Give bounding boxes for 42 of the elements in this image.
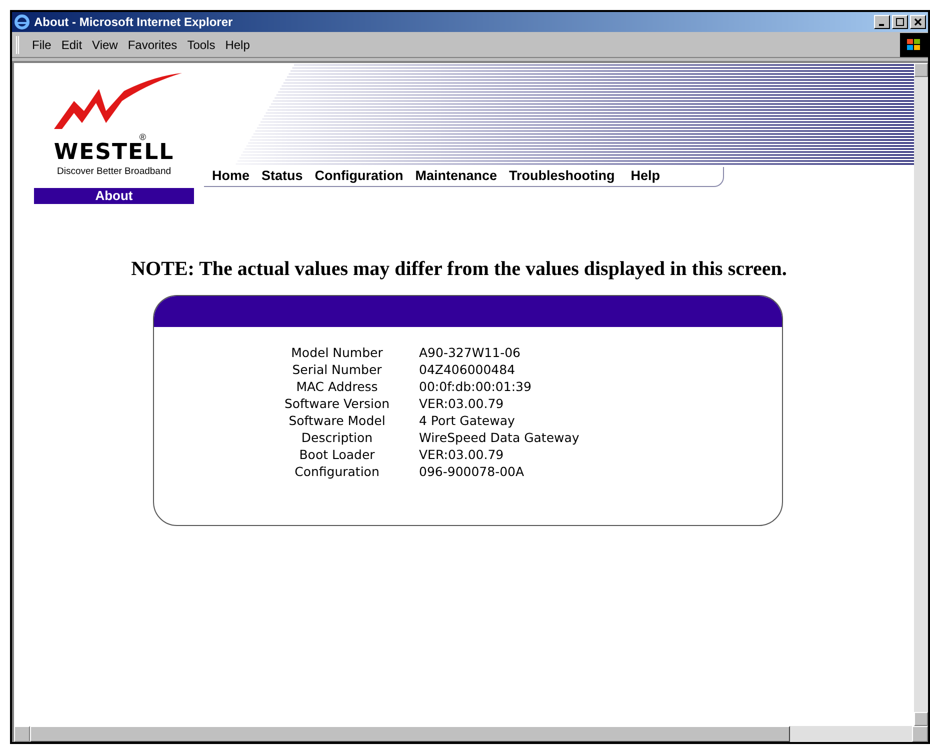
- nav-link[interactable]: Help: [630, 166, 660, 187]
- detail-label: Software Version: [283, 394, 391, 412]
- detail-label: Software Model: [288, 412, 386, 429]
- close-button[interactable]: [910, 15, 926, 29]
- nav-link[interactable]: Troubleshooting: [509, 166, 615, 187]
- detail-value: 096-900078-00A: [419, 462, 524, 480]
- menu-item[interactable]: Favorites: [122, 36, 182, 54]
- menu-item[interactable]: File: [27, 36, 56, 54]
- nav-link[interactable]: Maintenance: [415, 166, 498, 187]
- nav-link[interactable]: Status: [262, 166, 303, 187]
- logo-wordmark: WESTELL: [54, 142, 174, 164]
- detail-label: Serial Number: [291, 360, 383, 378]
- menu-item[interactable]: Tools: [182, 36, 220, 54]
- window-title: About - Microsoft Internet Explorer: [34, 14, 233, 31]
- detail-label: MAC Address: [295, 378, 379, 395]
- detail-label: Boot Loader: [298, 446, 376, 463]
- browser-icon: [14, 14, 30, 30]
- vertical-scrollbar[interactable]: [914, 63, 928, 726]
- note-text: NOTE: The actual values may differ from the values displayed in this screen.: [130, 256, 788, 282]
- menu-item[interactable]: Help: [220, 36, 255, 54]
- page-label: About: [34, 188, 194, 204]
- detail-value: VER:03.00.79: [419, 446, 504, 463]
- detail-label: Description: [300, 428, 374, 446]
- close-icon: [914, 18, 922, 26]
- menu-item[interactable]: Edit: [56, 36, 88, 54]
- nav-link[interactable]: Home: [212, 166, 250, 187]
- detail-value: VER:03.00.79: [419, 394, 504, 412]
- detail-value: WireSpeed Data Gateway: [419, 428, 580, 446]
- detail-value: A90-327W11-06: [419, 344, 521, 361]
- maximize-button[interactable]: [892, 15, 908, 29]
- logo-tagline: Discover Better Broadband: [56, 166, 172, 178]
- horizontal-scrollbar[interactable]: [14, 726, 928, 742]
- registered-mark: ®: [139, 133, 146, 142]
- detail-value: 4 Port Gateway: [419, 412, 515, 429]
- detail-label: Model Number: [290, 344, 384, 361]
- minimize-button[interactable]: [874, 15, 890, 29]
- detail-value: 04Z406000484: [419, 360, 516, 378]
- menu-item[interactable]: View: [87, 36, 123, 54]
- nav-link[interactable]: Configuration: [314, 166, 404, 187]
- detail-label: Configuration: [294, 462, 380, 480]
- detail-value: 00:0f:db:00:01:39: [419, 378, 532, 395]
- maximize-icon: [896, 18, 904, 26]
